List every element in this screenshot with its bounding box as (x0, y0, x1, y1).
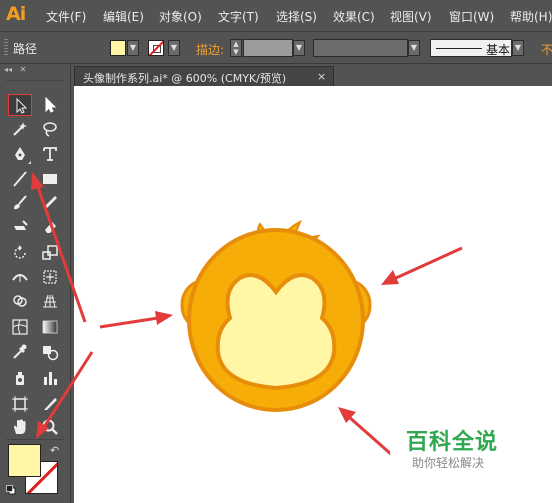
eyedropper-tool[interactable] (8, 341, 32, 363)
stroke-dropdown-icon[interactable]: ▼ (168, 40, 180, 56)
fill-swatch-large[interactable] (8, 444, 41, 477)
stroke-spinner-icon[interactable]: ▲ ▼ (230, 39, 242, 57)
app-logo: Ai (6, 3, 26, 25)
toolbox-divider (6, 80, 64, 81)
variable-width-profile[interactable] (313, 39, 408, 57)
selection-tool[interactable] (8, 94, 32, 116)
symbol-sprayer-tool[interactable] (8, 367, 32, 389)
stroke-weight-dropdown-icon[interactable]: ▼ (293, 40, 305, 56)
menu-view[interactable]: 视图(V) (390, 8, 432, 25)
slice-tool[interactable] (38, 393, 62, 415)
blend-tool[interactable] (38, 341, 62, 363)
column-graph-tool[interactable] (38, 367, 62, 389)
watermark-subtitle: 助你轻松解决 (412, 456, 485, 470)
line-segment-tool[interactable] (8, 168, 32, 190)
document-tab[interactable]: 头像制作系列.ai* @ 600% (CMYK/预览) × (74, 66, 334, 86)
free-transform-tool[interactable] (38, 266, 62, 288)
artboard-tool[interactable] (8, 393, 32, 415)
menu-object[interactable]: 对象(O) (159, 8, 202, 25)
watermark: 百科全说 助你轻松解决 (390, 420, 520, 478)
toolbox-divider (6, 439, 64, 440)
tool-flyout-icon (28, 161, 31, 164)
default-fill-stroke-icon[interactable] (6, 485, 16, 495)
magic-wand-tool[interactable] (8, 118, 32, 140)
rectangle-tool[interactable] (38, 168, 62, 190)
watermark-title: 百科全说 (406, 430, 499, 455)
menu-file[interactable]: 文件(F) (46, 8, 86, 25)
width-tool[interactable] (8, 266, 32, 288)
mesh-tool[interactable] (8, 316, 32, 338)
document-title: 头像制作系列.ai* @ 600% (CMYK/预览) (83, 72, 287, 85)
brush-definition[interactable]: 基本 (430, 39, 512, 57)
pencil-tool[interactable] (38, 192, 62, 214)
menu-bar: Ai 文件(F) 编辑(E) 对象(O) 文字(T) 选择(S) 效果(C) 视… (0, 0, 552, 32)
menu-edit[interactable]: 编辑(E) (103, 8, 144, 25)
selection-type-label: 路径 (13, 42, 38, 56)
stroke-weight-input[interactable] (243, 39, 293, 57)
brush-stroke-preview (436, 48, 482, 49)
hand-tool[interactable] (8, 416, 32, 438)
lasso-tool[interactable] (38, 118, 62, 140)
brush-dropdown-icon[interactable]: ▼ (512, 40, 524, 56)
perspective-grid-tool[interactable] (38, 290, 62, 312)
menu-help[interactable]: 帮助(H) (510, 8, 552, 25)
menu-type[interactable]: 文字(T) (218, 8, 259, 25)
shape-builder-tool[interactable] (8, 290, 32, 312)
paintbrush-tool[interactable] (8, 192, 32, 214)
type-tool[interactable] (38, 143, 62, 165)
stroke-color-swatch[interactable] (148, 40, 164, 56)
eraser-tool[interactable] (38, 216, 62, 238)
rotate-tool[interactable] (8, 242, 32, 264)
toolbox-collapse-icon[interactable]: ◂◂ ✕ (4, 66, 66, 76)
menu-select[interactable]: 选择(S) (276, 8, 317, 25)
profile-dropdown-icon[interactable]: ▼ (408, 40, 420, 56)
opacity-label[interactable]: 不 (541, 41, 552, 58)
gradient-tool[interactable] (38, 316, 62, 338)
scale-tool[interactable] (38, 242, 62, 264)
menu-window[interactable]: 窗口(W) (449, 8, 494, 25)
panel-grip[interactable] (4, 39, 8, 57)
swap-fill-stroke-icon[interactable]: ↶ (50, 444, 59, 457)
blob-brush-tool[interactable] (8, 216, 32, 238)
direct-selection-tool[interactable] (38, 94, 62, 116)
close-tab-icon[interactable]: × (317, 70, 326, 83)
menu-effect[interactable]: 效果(C) (333, 8, 375, 25)
brush-label: 基本 (486, 43, 511, 57)
fill-dropdown-icon[interactable]: ▼ (127, 40, 139, 56)
stroke-weight-label[interactable]: 描边: (196, 41, 224, 58)
fill-color-swatch[interactable] (110, 40, 126, 56)
zoom-tool[interactable] (38, 416, 62, 438)
pen-tool[interactable] (8, 143, 32, 165)
